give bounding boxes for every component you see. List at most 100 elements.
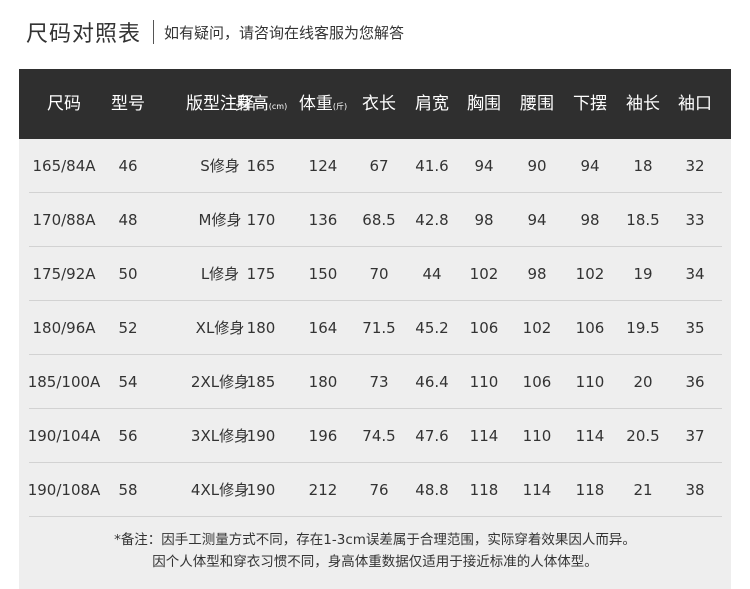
table-cell: 74.5 bbox=[362, 427, 396, 445]
table-cell: 110 bbox=[575, 373, 605, 391]
column-header-unit: (cm) bbox=[268, 102, 288, 111]
table-row: 185/100A 54 2XL修身 185 180 73 46.4 110 106 110 20 36 bbox=[28, 355, 722, 409]
table-cell: 47.6 bbox=[415, 427, 449, 445]
table-cell: 71.5 bbox=[362, 319, 396, 337]
table-cell: 45.2 bbox=[415, 319, 449, 337]
column-header: 体重(斤) bbox=[299, 69, 347, 139]
table-row: 190/108A 58 4XL修身 190 212 76 48.8 118 114 118 21 38 bbox=[27, 463, 722, 517]
notes: *备注：因手工测量方式不同，存在1-3cm误差属于合理范围，实际穿着效果因人而异… bbox=[19, 529, 731, 573]
table-cell: 90 bbox=[527, 157, 547, 175]
column-header-label: 袖长 bbox=[626, 94, 660, 114]
table-cell: M修身 bbox=[198, 211, 242, 229]
table-cell: 18.5 bbox=[626, 211, 660, 229]
table-row: 175/92A 50 L修身 175 150 70 44 102 98 102 19 34 bbox=[29, 247, 722, 301]
table-cell: 106 bbox=[522, 373, 552, 391]
table-cell: 118 bbox=[469, 481, 499, 499]
table-cell: 180/96A bbox=[32, 319, 96, 337]
table-cell: 98 bbox=[474, 211, 494, 229]
table-cell: 68.5 bbox=[362, 211, 396, 229]
page-subtitle: 如有疑问，请咨询在线客服为您解答 bbox=[164, 23, 405, 42]
table-cell: 185 bbox=[246, 373, 276, 391]
table-cell: 106 bbox=[575, 319, 605, 337]
table-cell: 67 bbox=[369, 157, 389, 175]
table-cell: 46 bbox=[118, 157, 138, 175]
column-header: 身高(cm) bbox=[235, 69, 287, 139]
column-header-label: 腰围 bbox=[520, 94, 554, 114]
header-divider bbox=[153, 20, 155, 44]
table-cell: 46.4 bbox=[415, 373, 449, 391]
column-header-label: 体重 bbox=[298, 94, 333, 114]
table-cell: 190/108A bbox=[27, 481, 101, 499]
table-cell: 44 bbox=[422, 265, 442, 283]
table-cell: 52 bbox=[118, 319, 138, 337]
table-row: 190/104A 56 3XL修身 190 196 74.5 47.6 114 110 114 20… bbox=[27, 409, 722, 463]
table-cell: 32 bbox=[685, 157, 705, 175]
table-cell: 190 bbox=[246, 427, 276, 445]
table-cell: 36 bbox=[685, 373, 705, 391]
table-cell: 21 bbox=[633, 481, 653, 499]
column-header: 下摆 bbox=[573, 69, 607, 139]
table-cell: 48.8 bbox=[415, 481, 449, 499]
page-title: 尺码对照表 bbox=[26, 22, 142, 47]
table-cell: 114 bbox=[522, 481, 552, 499]
column-header: 腰围 bbox=[520, 69, 554, 139]
column-header-label: 肩宽 bbox=[415, 94, 449, 114]
table-cell: 37 bbox=[685, 427, 705, 445]
note-line-2: 因个人体型和穿衣习惯不同，身高体重数据仅适用于接近标准的人体体型。 bbox=[152, 554, 598, 570]
table-cell: 38 bbox=[685, 481, 705, 499]
table-cell: 118 bbox=[575, 481, 605, 499]
table-cell: 175/92A bbox=[32, 265, 96, 283]
table-cell: 124 bbox=[308, 157, 338, 175]
column-header-label: 身高 bbox=[234, 94, 269, 114]
table-cell: 165/84A bbox=[32, 157, 96, 175]
table-cell: 102 bbox=[575, 265, 605, 283]
column-header-label: 型号 bbox=[111, 94, 145, 114]
table-cell: 19 bbox=[633, 265, 653, 283]
table-cell: 196 bbox=[308, 427, 338, 445]
table-cell: 164 bbox=[308, 319, 338, 337]
table-cell: 94 bbox=[580, 157, 600, 175]
column-header-label: 胸围 bbox=[467, 94, 501, 114]
column-header-label: 尺码 bbox=[47, 94, 81, 114]
table-cell: 41.6 bbox=[415, 157, 449, 175]
column-header: 衣长 bbox=[362, 69, 396, 139]
table-cell: 19.5 bbox=[626, 319, 660, 337]
table-cell: 4XL修身 bbox=[190, 481, 250, 499]
table-cell: 106 bbox=[469, 319, 499, 337]
table-cell: 212 bbox=[308, 481, 338, 499]
column-header: 肩宽 bbox=[415, 69, 449, 139]
table-cell: 170 bbox=[246, 211, 276, 229]
table-cell: 150 bbox=[308, 265, 338, 283]
table-row: 170/88A 48 M修身 170 136 68.5 42.8 98 94 98 18.5 33 bbox=[29, 193, 722, 247]
column-header: 胸围 bbox=[467, 69, 501, 139]
table-cell: 180 bbox=[308, 373, 338, 391]
table-row: 165/84A 46 S修身 165 124 67 41.6 94 90 94 18 32 bbox=[29, 139, 722, 193]
table-cell: 48 bbox=[118, 211, 138, 229]
table-cell: 58 bbox=[118, 481, 138, 499]
table-cell: 94 bbox=[474, 157, 494, 175]
table-cell: 190/104A bbox=[27, 427, 101, 445]
table-cell: 180 bbox=[246, 319, 276, 337]
column-header-label: 下摆 bbox=[573, 94, 607, 114]
table-cell: 175 bbox=[246, 265, 276, 283]
column-header: 尺码 bbox=[47, 69, 81, 139]
column-header: 袖长 bbox=[626, 69, 660, 139]
table-cell: 35 bbox=[685, 319, 705, 337]
table-cell: 102 bbox=[522, 319, 552, 337]
table-cell: 102 bbox=[469, 265, 499, 283]
table-cell: 70 bbox=[369, 265, 389, 283]
table-cell: 20.5 bbox=[626, 427, 660, 445]
table-cell: 3XL修身 bbox=[190, 427, 250, 445]
table-header: 尺码 型号 版型注释 身高(cm) 体重(斤) 衣长 肩宽 胸围 腰围 下摆 袖长 袖口 bbox=[19, 69, 731, 139]
column-header-unit: (斤) bbox=[332, 102, 348, 111]
table-cell: 33 bbox=[685, 211, 705, 229]
note-line-1: *备注：因手工测量方式不同，存在1-3cm误差属于合理范围，实际穿着效果因人而异… bbox=[114, 532, 636, 548]
column-header: 型号 bbox=[111, 69, 145, 139]
table-row: 180/96A 52 XL修身 180 164 71.5 45.2 106 102 106 19.5… bbox=[29, 301, 722, 355]
table-cell: 114 bbox=[469, 427, 499, 445]
table-cell: XL修身 bbox=[195, 319, 245, 337]
table-cell: 73 bbox=[369, 373, 389, 391]
table-cell: 190 bbox=[246, 481, 276, 499]
column-header: 袖口 bbox=[678, 69, 712, 139]
table-cell: 56 bbox=[118, 427, 138, 445]
